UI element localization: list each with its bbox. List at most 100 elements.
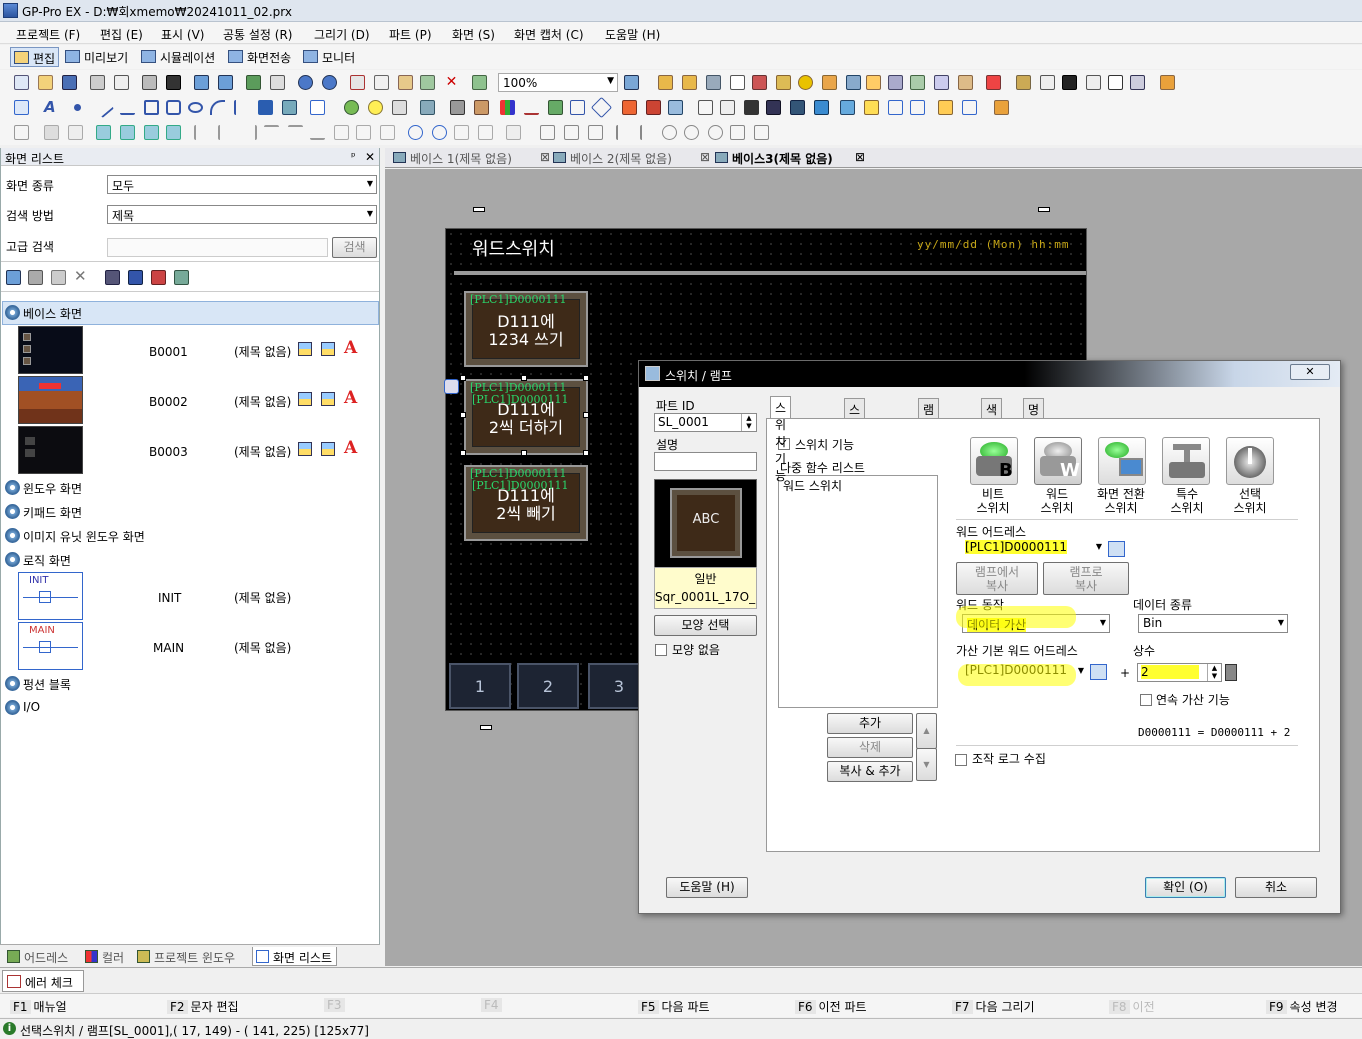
tree-item-image-unit-screens[interactable]: 이미지 유닛 윈도우 화면 (5, 528, 145, 545)
selection-handle[interactable] (583, 450, 589, 456)
align-bottom-icon[interactable] (310, 125, 325, 140)
mode-edit-button[interactable]: 편집 (10, 47, 60, 67)
polygon-icon[interactable] (166, 100, 181, 115)
cut-icon[interactable] (350, 75, 365, 90)
tree-item-function-blocks[interactable]: 펑션 블록 (5, 676, 71, 693)
tab-color[interactable]: 컬러 (82, 947, 128, 966)
panel-icon[interactable] (1130, 75, 1145, 90)
print-preview-icon[interactable] (114, 75, 129, 90)
recipe-list-icon[interactable] (910, 100, 925, 115)
fkey-f3[interactable]: F3 (324, 998, 348, 1012)
axis-icon[interactable] (570, 100, 585, 115)
backward-icon[interactable] (166, 125, 181, 140)
align-right-icon[interactable] (242, 125, 257, 140)
zoom-select[interactable]: 100% ▼ (498, 73, 618, 92)
text-font-icon[interactable]: A (344, 438, 357, 458)
project-info-icon[interactable] (1016, 75, 1031, 90)
ungroup-icon[interactable] (68, 125, 83, 140)
graph-icon[interactable] (420, 100, 435, 115)
hmi-button-subtract[interactable]: [PLC1]D0000111 [PLC1]D0000111 D111에 2씩 빼… (464, 465, 588, 541)
rectangle-icon[interactable] (144, 100, 159, 115)
selection-handle[interactable] (583, 412, 589, 418)
bring-front-icon[interactable] (96, 125, 111, 140)
copy-to-lamp-button[interactable]: 램프로 복사 (1043, 562, 1129, 595)
tab-base-2[interactable]: 베이스 2(제목 없음) ⊠ (553, 150, 710, 167)
screen-change-switch-icon[interactable] (1098, 437, 1146, 485)
sampling-icon[interactable] (822, 75, 837, 90)
alarm-icon[interactable] (798, 75, 813, 90)
menu-draw[interactable]: 그리기 (D) (314, 26, 370, 43)
script-icon[interactable] (752, 75, 767, 90)
pointer-hand-icon[interactable] (938, 100, 953, 115)
rotate-left-icon[interactable] (408, 125, 423, 140)
menu-screen-capture[interactable]: 화면 캡처 (C) (514, 26, 584, 43)
send-icon[interactable] (246, 75, 261, 90)
part-id-spinner[interactable]: ▲ ▼ (741, 414, 756, 431)
tag-icon[interactable] (682, 75, 697, 90)
screen-image-icon[interactable] (298, 392, 312, 406)
mode-simulation-button[interactable]: 시뮬레이션 (138, 47, 218, 67)
print-icon[interactable] (90, 75, 105, 90)
open-icon[interactable] (38, 75, 53, 90)
keypad-icon[interactable] (744, 100, 759, 115)
menu-common-settings[interactable]: 공통 설정 (R) (223, 26, 293, 43)
screen-image-icon[interactable] (298, 342, 312, 356)
lock-icon[interactable] (506, 125, 521, 140)
tab-switch-function[interactable]: 스위치 기능 (770, 396, 792, 483)
hmi-button-write[interactable]: [PLC1]D0000111 D111에 1234 쓰기 (464, 291, 588, 367)
event-icon[interactable] (646, 100, 661, 115)
close-icon[interactable]: ✕ (365, 150, 375, 164)
rotate-right-icon[interactable] (432, 125, 447, 140)
same-size-icon[interactable] (380, 125, 395, 140)
forward-icon[interactable] (144, 125, 159, 140)
trend-icon[interactable] (474, 100, 489, 115)
align-top-icon[interactable] (264, 125, 279, 140)
text-icon[interactable]: A (44, 100, 59, 115)
recipe-icon[interactable] (846, 75, 861, 90)
screen-settings-icon[interactable] (105, 270, 120, 285)
distribute-v-icon[interactable] (356, 125, 371, 140)
tab-base-1[interactable]: 베이스 1(제목 없음) ⊠ (393, 150, 550, 167)
open-screen-icon[interactable] (218, 75, 233, 90)
copy-icon[interactable] (374, 75, 389, 90)
list-item[interactable]: 워드 스위치 (783, 477, 842, 494)
filing-icon[interactable] (934, 75, 949, 90)
menu-parts[interactable]: 파트 (P) (389, 26, 432, 43)
line-graph-icon[interactable] (524, 100, 539, 115)
window-part-icon[interactable] (698, 100, 713, 115)
settings-gear-icon[interactable] (958, 75, 973, 90)
screen-tree-icon[interactable] (174, 270, 189, 285)
movie-icon[interactable] (790, 100, 805, 115)
lamp-part-icon[interactable] (368, 100, 383, 115)
text-font-icon[interactable]: A (344, 388, 357, 408)
send-back-icon[interactable] (120, 125, 135, 140)
screen-handle[interactable] (473, 207, 485, 212)
word-action-select[interactable]: 데이터 가산 ▼ (962, 614, 1110, 633)
hammer-icon[interactable] (1160, 75, 1175, 90)
fkey-f6[interactable]: F6 이전 파트 (795, 998, 867, 1015)
peripheral-icon[interactable] (1062, 75, 1077, 90)
tab-address[interactable]: 어드레스 (4, 947, 72, 966)
tab-nameplate[interactable]: 명판 (1023, 398, 1045, 434)
pencil-icon[interactable] (994, 100, 1009, 115)
paste-icon[interactable] (398, 75, 413, 90)
close-button[interactable]: ✕ (1290, 364, 1330, 380)
mode-transfer-button[interactable]: 화면전송 (225, 47, 294, 67)
delete-button[interactable]: 삭제 (827, 737, 913, 758)
selection-handle[interactable] (460, 412, 466, 418)
screen-image-icon[interactable] (298, 442, 312, 456)
cross-icon[interactable] (590, 96, 613, 119)
duplicate-icon[interactable] (420, 75, 435, 90)
animation-icon[interactable] (962, 100, 977, 115)
sound-icon[interactable] (866, 75, 881, 90)
data-display-icon[interactable] (392, 100, 407, 115)
pin-icon[interactable]: ᵖ (351, 150, 356, 163)
zoom-fit-icon[interactable] (624, 75, 639, 90)
group-icon[interactable] (44, 125, 59, 140)
add-button[interactable]: 추가 (827, 713, 913, 734)
xy-graph-icon[interactable] (548, 100, 563, 115)
list-icon[interactable] (888, 100, 903, 115)
fill-icon[interactable] (258, 100, 273, 115)
screen-background-icon[interactable] (321, 342, 335, 356)
window-icon[interactable] (1108, 75, 1123, 90)
